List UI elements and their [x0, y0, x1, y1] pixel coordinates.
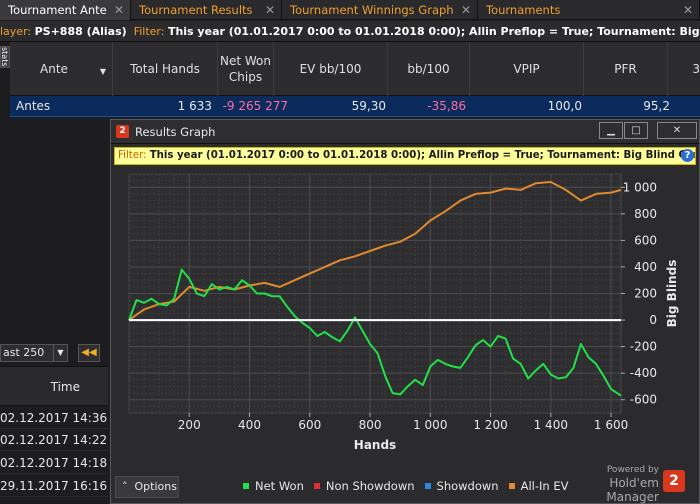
filter-value: This year (01.01.2017 0:00 to 01.01.2018…: [149, 150, 695, 161]
legend-swatch: [424, 483, 431, 489]
legend-swatch: [313, 483, 320, 489]
close-icon[interactable]: ✕: [114, 0, 124, 20]
tab-bar: Tournament Ante ✕ Tournament Results ✕ Tou…: [0, 0, 700, 20]
y-tick-label: 800: [634, 207, 657, 221]
cell-total-hands: 1 633: [177, 99, 212, 113]
cell-ev-bb100: 59,30: [351, 99, 386, 113]
tab-tournament-ante[interactable]: Tournament Ante ✕: [0, 0, 131, 20]
tab-tournament-results[interactable]: Tournament Results ✕: [131, 0, 282, 20]
select-value: ast 250: [3, 346, 45, 359]
close-button[interactable]: ✕: [657, 122, 697, 139]
close-icon[interactable]: ✕: [461, 0, 471, 20]
legend-label: Non Showdown: [325, 479, 415, 493]
filter-value: This year (01.01.2017 0:00 to 01.01.2018…: [167, 25, 700, 38]
list-item[interactable]: 02.12.2017 14:18: [0, 452, 108, 474]
cell-vpip: 100,0: [547, 99, 582, 113]
powered-by: Powered by: [606, 465, 659, 475]
list-item[interactable]: 29.11.2017 16:16: [0, 475, 108, 497]
legend-label: Net Won: [255, 479, 304, 493]
tab-label: Tournament Results: [139, 3, 253, 17]
column-header-vpip[interactable]: VPIP: [470, 42, 584, 96]
x-tick-label: 1 000: [413, 418, 447, 432]
cell-pfr: 95,2: [643, 99, 670, 113]
column-label: Ante: [40, 62, 68, 76]
column-header-ante[interactable]: Ante ▼: [10, 42, 113, 96]
legend-item[interactable]: Net Won: [243, 479, 304, 493]
column-header-more[interactable]: 3: [668, 42, 700, 96]
y-tick-label: 600: [634, 233, 657, 247]
y-tick-label: 1 000: [623, 180, 657, 194]
dropdown-arrow-icon[interactable]: ▼: [100, 64, 106, 80]
maximize-button[interactable]: □: [624, 122, 648, 139]
filter-prefix: Filter:: [133, 25, 165, 38]
rewind-button[interactable]: ◀◀: [78, 344, 100, 362]
cell-net-won: -9 265 277: [222, 99, 288, 113]
tab-label: Tournament Winnings Graph: [290, 3, 454, 17]
player-value: PS+888 (Alias): [34, 25, 127, 38]
y-tick-label: 400: [634, 260, 657, 274]
y-axis-title: Big Blinds: [665, 260, 679, 328]
legend-swatch: [508, 483, 515, 489]
options-label: Options: [134, 480, 177, 493]
chevron-down-icon[interactable]: ▼: [53, 345, 67, 361]
window-title-bar[interactable]: 2 Results Graph ▁ □ ✕: [111, 120, 699, 144]
column-header-ev-bb100[interactable]: EV bb/100: [274, 42, 388, 96]
column-header-time[interactable]: Time: [0, 366, 108, 406]
x-tick-label: 800: [359, 418, 382, 432]
grid-header: Ante ▼ Total Hands Net Won Chips EV bb/10…: [10, 42, 700, 96]
last-sessions-select[interactable]: ast 250 ▼: [0, 344, 68, 362]
legend-item[interactable]: Showdown: [424, 479, 499, 493]
column-header-net-won-chips[interactable]: Net Won Chips: [218, 42, 274, 96]
y-tick-label: 200: [634, 287, 657, 301]
column-header-total-hands[interactable]: Total Hands: [113, 42, 218, 96]
window-title: Results Graph: [135, 125, 216, 139]
options-button[interactable]: ˄ Options: [115, 476, 179, 498]
list-item[interactable]: 02.12.2017 14:36: [0, 407, 108, 429]
x-tick-label: 1 600: [594, 418, 628, 432]
player-filter-bar[interactable]: layer: PS+888 (Alias) Filter: This year …: [0, 21, 700, 42]
x-tick-label: 600: [298, 418, 321, 432]
legend-swatch: [243, 483, 249, 489]
table-row[interactable]: Antes 1 633 -9 265 277 59,30 -35,86 100,…: [10, 96, 700, 117]
tab-label: Tournament Ante: [8, 3, 107, 17]
y-tick-label: 0: [649, 313, 657, 327]
results-chart: 200 400 600 800 1 000 1 200 1 400 1 600 1 000 800…: [128, 173, 679, 452]
x-tick-label: 1 200: [473, 418, 507, 432]
rewind-icon: ◀◀: [81, 347, 97, 358]
y-tick-label: -600: [630, 393, 657, 407]
brand-name: Hold'em Manager: [606, 476, 659, 504]
y-tick-label: -200: [630, 340, 657, 354]
cell-bb100: -35,86: [427, 99, 466, 113]
tab-tournaments[interactable]: Tournaments ✕: [478, 0, 700, 20]
player-prefix: layer:: [0, 25, 32, 38]
x-tick-label: 400: [238, 418, 261, 432]
results-graph-window: 2 Results Graph ▁ □ ✕ Filter: This year …: [110, 119, 700, 504]
brand-logo-icon: 2: [663, 470, 685, 492]
tab-label: Tournaments: [486, 3, 561, 17]
help-icon[interactable]: ?: [681, 149, 694, 162]
close-icon[interactable]: ✕: [683, 0, 693, 20]
column-header-pfr[interactable]: PFR: [584, 42, 668, 96]
close-icon[interactable]: ✕: [265, 0, 275, 20]
legend-label: Showdown: [436, 479, 499, 493]
cell-ante: Antes: [16, 99, 51, 113]
column-header-bb100[interactable]: bb/100: [388, 42, 470, 96]
stats-side-tab[interactable]: stats: [0, 46, 10, 68]
session-filter-bar: ast 250 ▼ ◀◀: [0, 343, 108, 363]
x-axis-title: Hands: [354, 438, 396, 452]
list-item[interactable]: 02.12.2017 14:22: [0, 429, 108, 451]
filter-prefix: Filter:: [118, 150, 147, 161]
app-logo-icon: 2: [116, 125, 129, 138]
legend-item[interactable]: Non Showdown: [313, 479, 415, 493]
minimize-button[interactable]: ▁: [599, 122, 623, 139]
chart-legend: Net Won Non Showdown Showdown All-In EV: [243, 477, 578, 495]
graph-filter-bar[interactable]: Filter: This year (01.01.2017 0:00 to 01…: [114, 147, 696, 165]
x-tick-label: 200: [178, 418, 201, 432]
y-tick-label: -400: [630, 366, 657, 380]
x-tick-label: 1 400: [534, 418, 568, 432]
chevron-up-icon: ˄: [122, 480, 128, 493]
tab-tournament-winnings-graph[interactable]: Tournament Winnings Graph ✕: [282, 0, 478, 20]
